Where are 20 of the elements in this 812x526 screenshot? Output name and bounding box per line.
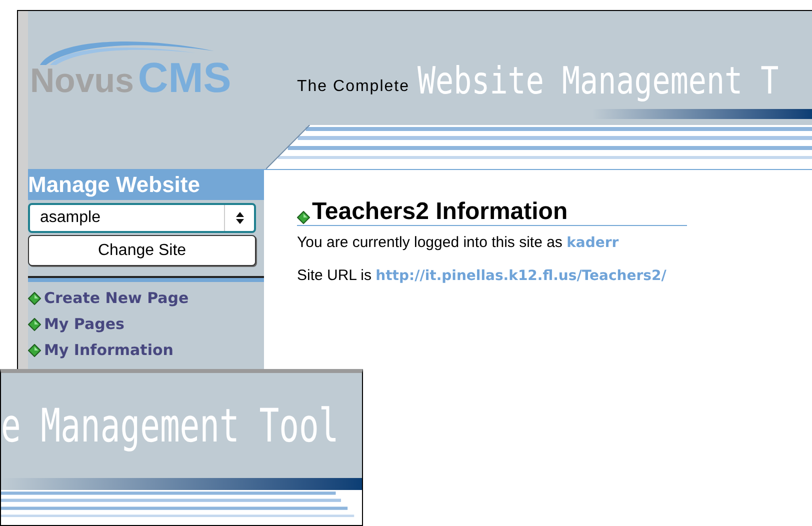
- inset-title: e Management Tool: [1, 396, 339, 454]
- user-link[interactable]: kaderr: [566, 235, 619, 251]
- site-select[interactable]: asample: [28, 203, 256, 233]
- page-heading: Teachers2 Information: [312, 200, 568, 224]
- tagline-title: Website Management T: [418, 58, 779, 106]
- sidebar-link[interactable]: My Pages: [44, 314, 124, 334]
- change-site-button[interactable]: Change Site: [28, 235, 256, 266]
- login-text: You are currently logged into this site as kaderr: [297, 233, 620, 253]
- select-arrows-icon: [234, 211, 244, 225]
- sidebar-link[interactable]: Create New Page: [44, 288, 189, 308]
- diamond-icon: [28, 344, 41, 356]
- diamond-icon: [297, 211, 310, 224]
- tagline: The Complete: [297, 77, 410, 97]
- diamond-icon: [28, 318, 41, 330]
- logo-cms: CMS: [138, 57, 232, 99]
- diamond-icon: [28, 292, 41, 304]
- site-url-text: Site URL is http://it.pinellas.k12.fl.us/Teachers2/: [297, 266, 668, 286]
- site-url-link[interactable]: http://it.pinellas.k12.fl.us/Teachers2/: [376, 268, 666, 284]
- sidebar-title: Manage Website: [28, 169, 264, 200]
- sidebar-link[interactable]: My Information: [44, 340, 174, 360]
